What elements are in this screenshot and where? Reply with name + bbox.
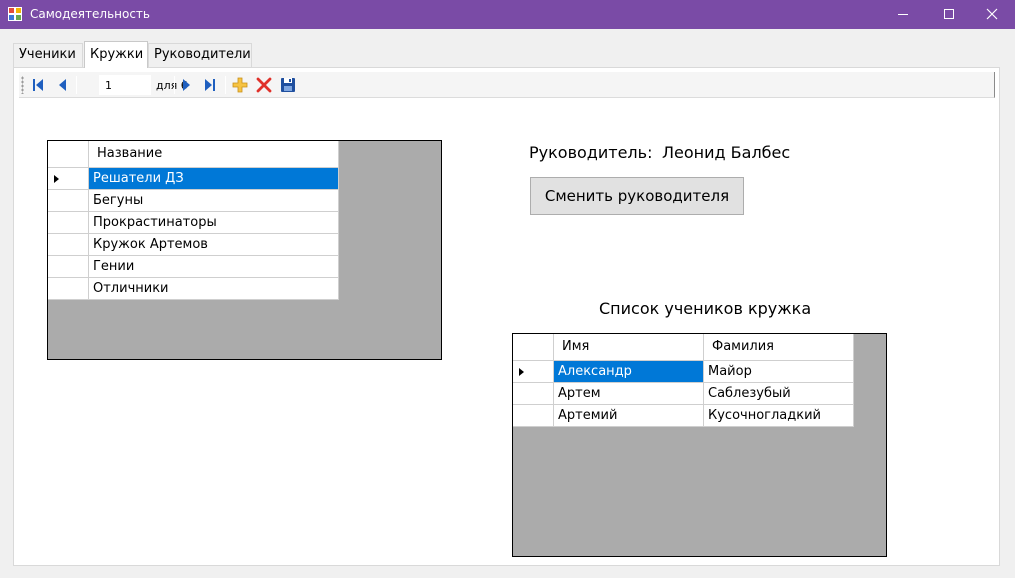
delete-icon	[256, 77, 272, 93]
column-header-first-name[interactable]: Имя	[554, 334, 704, 361]
close-button[interactable]	[969, 0, 1015, 29]
move-first-icon	[33, 79, 43, 91]
move-next-button[interactable]	[176, 75, 196, 95]
row-header[interactable]	[48, 168, 89, 190]
leader-name: Леонид Балбес	[662, 143, 791, 162]
club-name-cell[interactable]: Гении	[89, 256, 339, 278]
row-header-corner[interactable]	[48, 141, 89, 168]
app-icon	[8, 7, 22, 21]
row-header[interactable]	[513, 383, 554, 405]
move-last-button[interactable]	[200, 75, 220, 95]
add-icon	[232, 77, 248, 93]
last-name-cell[interactable]: Саблезубый	[704, 383, 854, 405]
tab-clubs[interactable]: Кружки	[84, 41, 148, 68]
row-header[interactable]	[513, 405, 554, 427]
close-icon	[986, 8, 998, 20]
title-bar[interactable]: Самодеятельность	[0, 0, 1015, 29]
members-list-title: Список учеников кружка	[599, 299, 812, 318]
current-row-icon	[54, 175, 59, 183]
minimize-button[interactable]	[880, 0, 926, 29]
save-icon	[281, 78, 295, 92]
save-button[interactable]	[278, 75, 298, 95]
toolbar-grip[interactable]	[21, 76, 24, 94]
row-header-corner[interactable]	[513, 334, 554, 361]
tab-leaders[interactable]: Руководители	[148, 43, 252, 67]
current-row-icon	[519, 368, 524, 376]
position-input[interactable]	[99, 75, 151, 95]
row-header[interactable]	[513, 361, 554, 383]
club-name-cell[interactable]: Отличники	[89, 278, 339, 300]
maximize-button[interactable]	[926, 0, 972, 29]
row-header[interactable]	[48, 212, 89, 234]
row-header[interactable]	[48, 278, 89, 300]
move-first-button[interactable]	[28, 75, 48, 95]
leader-label: Руководитель:	[529, 143, 653, 162]
club-name-cell[interactable]: Решатели ДЗ	[89, 168, 339, 190]
members-grid[interactable]: Имя Фамилия Александр Майор Артем Саблез…	[512, 333, 887, 557]
toolbar-separator	[76, 76, 77, 94]
row-header[interactable]	[48, 234, 89, 256]
move-previous-button[interactable]	[53, 75, 73, 95]
last-name-cell[interactable]: Кусочногладкий	[704, 405, 854, 427]
move-next-icon	[183, 79, 190, 91]
toolbar-separator	[174, 76, 175, 94]
first-name-cell[interactable]: Александр	[554, 361, 704, 383]
minimize-icon	[898, 14, 908, 15]
change-leader-button[interactable]: Сменить руководителя	[530, 177, 744, 215]
tab-students[interactable]: Ученики	[13, 43, 83, 67]
clubs-grid[interactable]: Название Решатели ДЗ Бегуны Прокрастинат…	[47, 140, 442, 360]
first-name-cell[interactable]: Артем	[554, 383, 704, 405]
maximize-icon	[944, 9, 954, 19]
column-header-name[interactable]: Название	[89, 141, 339, 168]
move-last-icon	[205, 79, 215, 91]
club-name-cell[interactable]: Прокрастинаторы	[89, 212, 339, 234]
club-name-cell[interactable]: Кружок Артемов	[89, 234, 339, 256]
first-name-cell[interactable]: Артемий	[554, 405, 704, 427]
last-name-cell[interactable]: Майор	[704, 361, 854, 383]
club-name-cell[interactable]: Бегуны	[89, 190, 339, 212]
delete-button[interactable]	[254, 75, 274, 95]
add-new-button[interactable]	[230, 75, 250, 95]
column-header-last-name[interactable]: Фамилия	[704, 334, 854, 361]
window-title: Самодеятельность	[30, 7, 150, 21]
row-header[interactable]	[48, 190, 89, 212]
binding-navigator: для 6	[19, 72, 995, 98]
row-header[interactable]	[48, 256, 89, 278]
move-previous-icon	[59, 79, 66, 91]
toolbar-separator	[225, 76, 226, 94]
